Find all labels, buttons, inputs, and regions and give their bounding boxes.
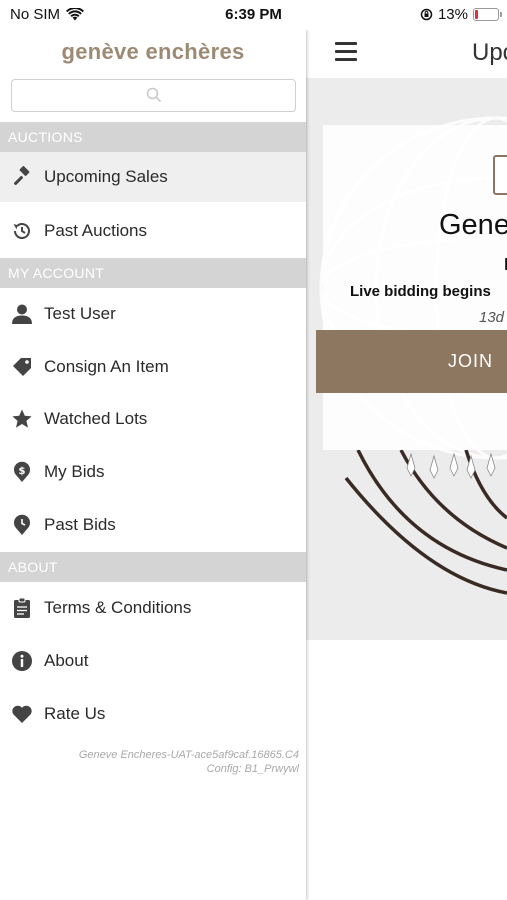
menu-item-test-user[interactable]: Test User (0, 289, 306, 339)
svg-text:$: $ (19, 466, 26, 477)
history-icon (11, 220, 33, 242)
menu-item-label: Watched Lots (44, 409, 148, 428)
version-build: Geneve Encheres-UAT-ace5af9caf.16865.C4 (78, 749, 299, 761)
menu-item-terms[interactable]: Terms & Conditions (0, 583, 306, 633)
menu-item-label: About (44, 651, 89, 670)
menu-item-upcoming-sales[interactable]: Upcoming Sales (0, 152, 306, 202)
brand-logo: genève enchères (61, 39, 245, 64)
version-config: Config: B1_Prwywl (206, 763, 299, 775)
content-header: Upco (306, 30, 507, 78)
clipboard-icon (11, 597, 33, 619)
live-bidding-text: Live bidding begins (350, 283, 491, 300)
menu-item-label: Upcoming Sales (44, 167, 168, 186)
page-title: Upco (472, 39, 507, 66)
menu-item-label: My Bids (44, 462, 105, 481)
heart-icon (11, 703, 33, 725)
main-content: Upco (306, 30, 507, 900)
section-auctions: AUCTIONS (0, 122, 306, 152)
auction-card: Gene l Live bidding begins 13d (323, 125, 507, 450)
menu-item-label: Rate Us (44, 704, 106, 723)
battery-icon (473, 8, 502, 21)
star-icon (11, 408, 33, 430)
menu-item-label: Past Auctions (44, 221, 148, 240)
tag-icon (11, 356, 33, 378)
auction-logo-badge (493, 155, 507, 195)
side-drawer: genève enchères AUCTIONS Upcoming Sales … (0, 30, 306, 900)
status-bar: No SIM 6:39 PM 13% (0, 0, 507, 30)
section-about: ABOUT (0, 552, 306, 582)
gavel-icon (11, 166, 33, 188)
battery-percent: 13% (437, 6, 468, 23)
auction-title: Gene (439, 209, 507, 241)
menu-item-watched-lots[interactable]: Watched Lots (0, 394, 306, 444)
hamburger-icon[interactable] (335, 42, 357, 62)
menu-item-rate-us[interactable]: Rate Us (0, 689, 306, 739)
menu-item-about[interactable]: About (0, 636, 306, 686)
countdown-text: 13d (479, 309, 505, 326)
menu-item-label: Test User (44, 304, 116, 323)
version-info: Geneve Encheres-UAT-ace5af9caf.16865.C4 … (79, 748, 299, 776)
status-right: 13% (420, 6, 502, 23)
battery-fill (475, 10, 478, 19)
menu-item-label: Past Bids (44, 515, 116, 534)
clock-pin-icon (11, 514, 33, 536)
menu-item-label: Terms & Conditions (44, 598, 192, 617)
menu-item-past-auctions[interactable]: Past Auctions (0, 206, 306, 256)
user-icon (11, 303, 33, 325)
info-icon (11, 650, 33, 672)
menu-item-past-bids[interactable]: Past Bids (0, 500, 306, 550)
menu-item-consign-item[interactable]: Consign An Item (0, 342, 306, 392)
menu-item-my-bids[interactable]: $ My Bids (0, 447, 306, 497)
join-button[interactable]: JOIN (316, 330, 507, 393)
dollar-pin-icon: $ (11, 461, 33, 483)
orientation-lock-icon (420, 8, 433, 21)
section-my-account: MY ACCOUNT (0, 258, 306, 288)
search-icon (146, 87, 162, 103)
menu-item-label: Consign An Item (44, 357, 169, 376)
sale-hero[interactable]: Gene l Live bidding begins 13d JOIN (306, 78, 507, 640)
search-input[interactable] (11, 79, 296, 112)
